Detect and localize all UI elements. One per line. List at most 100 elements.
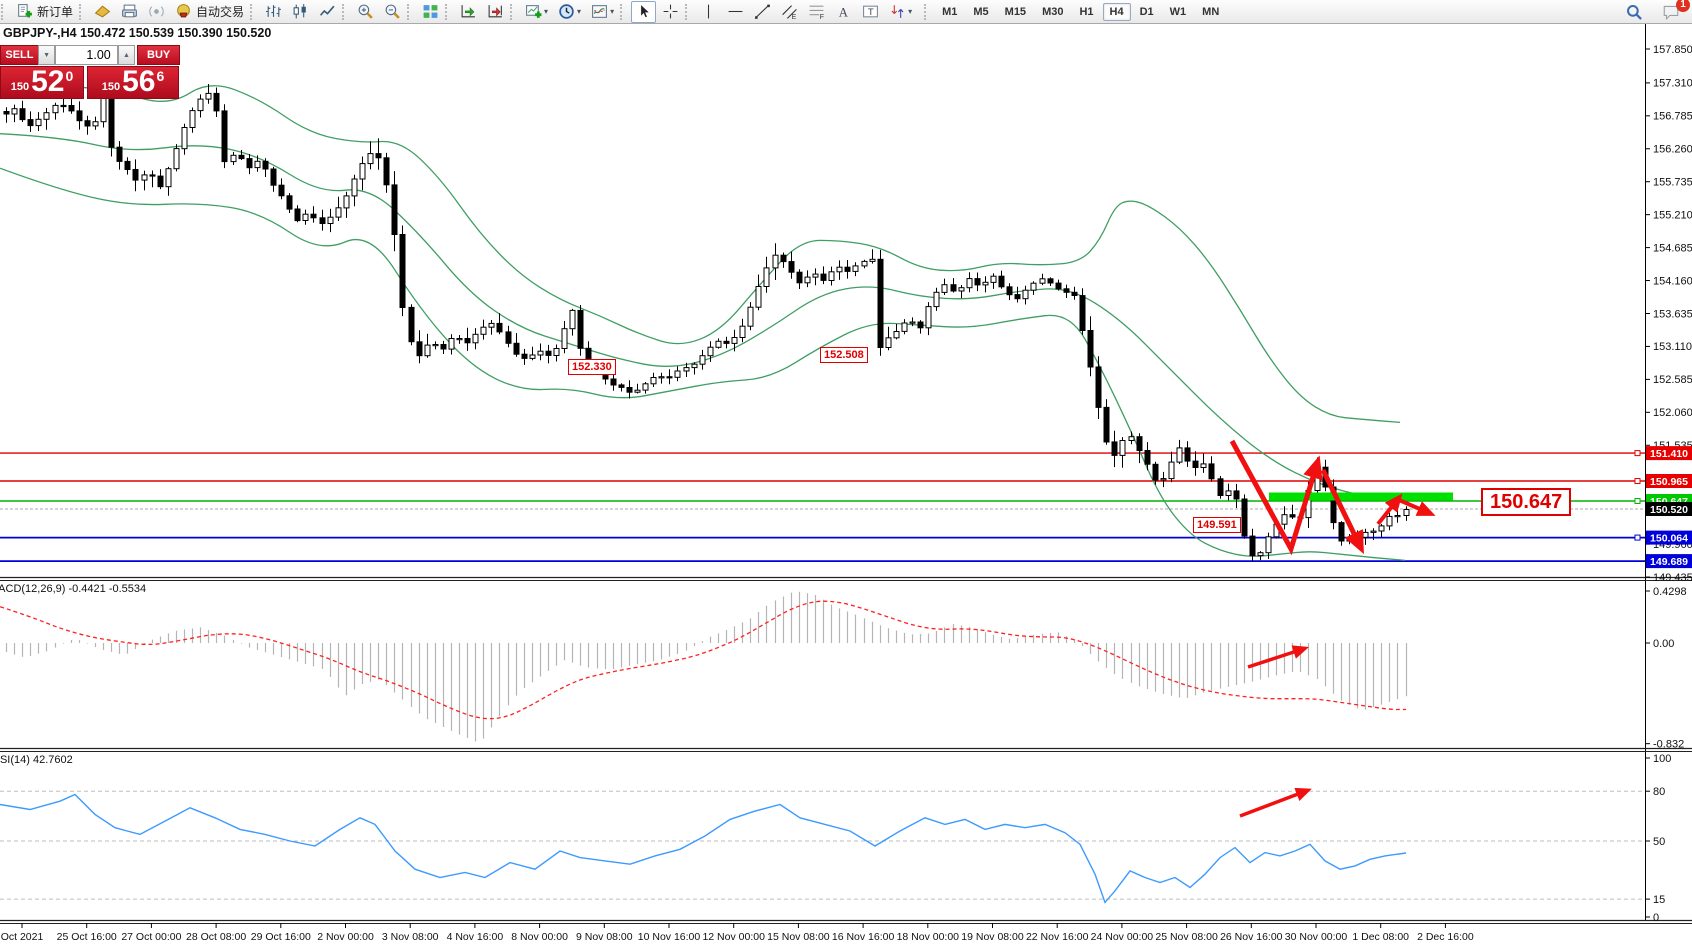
line-anchor[interactable]	[1635, 535, 1640, 540]
arrows-tool-dropdown-arrow[interactable]: ▾	[908, 7, 912, 16]
time-axis[interactable]: Oct 202125 Oct 16:0027 Oct 00:0028 Oct 0…	[1, 923, 1474, 943]
news-alert-button[interactable]	[144, 1, 169, 23]
price-tick: 154.160	[1653, 275, 1692, 287]
price-tick: 156.785	[1653, 111, 1692, 123]
horizontal-line-tool[interactable]	[723, 1, 748, 23]
time-label: 22 Nov 16:00	[1026, 931, 1089, 943]
sell-price-display[interactable]: 150520	[0, 66, 84, 99]
chat-icon[interactable]: 1	[1657, 1, 1685, 23]
periods-button[interactable]: ▾	[554, 1, 585, 23]
periods-button-dropdown-arrow[interactable]: ▾	[577, 7, 581, 16]
sell-button[interactable]: SELL	[0, 45, 38, 65]
price-tick: 157.310	[1653, 78, 1692, 90]
price-tick: 153.635	[1653, 308, 1692, 320]
red-trend-arrow[interactable]	[1240, 791, 1306, 816]
publish-button[interactable]	[117, 1, 142, 23]
timeframe-mn-button[interactable]: MN	[1195, 3, 1226, 21]
new-chart-button-dropdown-arrow[interactable]: ▾	[544, 7, 548, 16]
toolbar-group-grip	[445, 4, 454, 20]
text-tool[interactable]: A	[831, 1, 856, 23]
time-label: 1 Dec 08:00	[1352, 931, 1409, 943]
crosshair-tool-button[interactable]	[658, 1, 683, 23]
one-click-trading-panel: SELL ▼ 1.00 ▲ BUY 150520 150566	[0, 45, 180, 99]
chart-area[interactable]: 157.850157.310156.785156.260155.735155.2…	[0, 0, 1692, 948]
time-label: 4 Nov 16:00	[447, 931, 504, 943]
fibonacci-tool[interactable]: F	[804, 1, 829, 23]
timeframe-m15-button[interactable]: M15	[998, 3, 1033, 21]
red-trend-arrow[interactable]	[1248, 649, 1303, 667]
candlestick-chart-button[interactable]	[288, 1, 313, 23]
new-order-button[interactable]: 新订单	[12, 1, 77, 23]
line-chart-button[interactable]	[315, 1, 340, 23]
auto-scroll-button[interactable]	[456, 1, 481, 23]
horizontal-level-lines[interactable]	[0, 451, 1645, 561]
trendline-tool[interactable]	[750, 1, 775, 23]
buy-price-display[interactable]: 150566	[87, 66, 179, 99]
bar-chart-button[interactable]	[261, 1, 286, 23]
time-label: 8 Nov 00:00	[511, 931, 568, 943]
price-tick: 149.435	[1653, 572, 1692, 584]
timeframe-d1-button[interactable]: D1	[1133, 3, 1161, 21]
search-icon[interactable]	[1621, 1, 1647, 23]
price-axis[interactable]: 157.850157.310156.785156.260155.735155.2…	[0, 23, 1692, 924]
rsi-scale: 100	[1653, 753, 1671, 765]
price-annotation[interactable]: 152.330	[568, 359, 616, 375]
price-annotation[interactable]: 149.591	[1193, 517, 1241, 533]
line-anchor[interactable]	[1635, 451, 1640, 456]
axis-badge-text: 149.689	[1650, 556, 1688, 568]
timeframe-h4-button[interactable]: H4	[1103, 3, 1131, 21]
price-annotation[interactable]: 150.647	[1481, 488, 1571, 516]
notification-badge: 1	[1676, 0, 1690, 12]
vertical-line-tool[interactable]	[696, 1, 721, 23]
cursor-tool-button[interactable]	[631, 1, 656, 23]
channel-tool[interactable]: E	[777, 1, 802, 23]
time-label: 24 Nov 00:00	[1091, 931, 1154, 943]
volume-increase-button[interactable]: ▲	[118, 45, 136, 65]
buy-price-figure: 150	[102, 81, 120, 93]
toolbar-group-grip	[685, 4, 694, 20]
support-highlight-bar[interactable]	[1269, 493, 1453, 501]
chart-shift-button[interactable]	[483, 1, 508, 23]
time-label: 16 Nov 16:00	[832, 931, 895, 943]
toolbar-group-grip	[250, 4, 259, 20]
time-label: 2 Dec 16:00	[1417, 931, 1474, 943]
line-anchor[interactable]	[1635, 479, 1640, 484]
autotrading-button[interactable]: 自动交易	[171, 1, 248, 23]
price-tick: 153.110	[1653, 341, 1692, 353]
price-annotation[interactable]: 152.508	[820, 347, 868, 363]
axis-badge-text: 150.520	[1650, 504, 1688, 516]
bollinger-middle	[0, 134, 1405, 503]
new-chart-button[interactable]: ▾	[521, 1, 552, 23]
timeframe-m30-button[interactable]: M30	[1035, 3, 1070, 21]
rsi-scale: 80	[1653, 786, 1665, 798]
rsi-pane	[0, 791, 1645, 902]
indicators-button[interactable]: ▾	[587, 1, 618, 23]
rsi-indicator-label: RSI(14) 42.7602	[0, 754, 73, 766]
rsi-line	[0, 795, 1406, 903]
time-label: 9 Nov 08:00	[576, 931, 633, 943]
rsi-scale: 50	[1653, 836, 1665, 848]
zoom-in-button[interactable]	[353, 1, 378, 23]
text-label-tool[interactable]: T	[858, 1, 883, 23]
time-label: 26 Nov 16:00	[1220, 931, 1283, 943]
indicators-button-dropdown-arrow[interactable]: ▾	[610, 7, 614, 16]
svg-text:T: T	[868, 7, 874, 18]
volume-input[interactable]: 1.00	[55, 45, 117, 65]
timeframe-h1-button[interactable]: H1	[1072, 3, 1100, 21]
highlight-bar[interactable]	[1269, 493, 1453, 501]
price-tick: 155.735	[1653, 177, 1692, 189]
timeframe-m1-button[interactable]: M1	[935, 3, 964, 21]
autotrading-button-label: 自动交易	[196, 3, 244, 20]
tile-windows-button[interactable]	[418, 1, 443, 23]
timeframe-w1-button[interactable]: W1	[1163, 3, 1194, 21]
zoom-out-button[interactable]	[380, 1, 405, 23]
line-anchor[interactable]	[1635, 498, 1640, 503]
macd-scale: 0.4298	[1653, 586, 1687, 598]
arrows-tool[interactable]: ▾	[885, 1, 916, 23]
volume-decrease-button[interactable]: ▼	[38, 45, 56, 65]
buy-button[interactable]: BUY	[137, 45, 180, 65]
timeframe-m5-button[interactable]: M5	[966, 3, 995, 21]
bollinger-bands	[0, 86, 1405, 561]
toolbar-group-grip	[342, 4, 351, 20]
layouts-button[interactable]	[90, 1, 115, 23]
